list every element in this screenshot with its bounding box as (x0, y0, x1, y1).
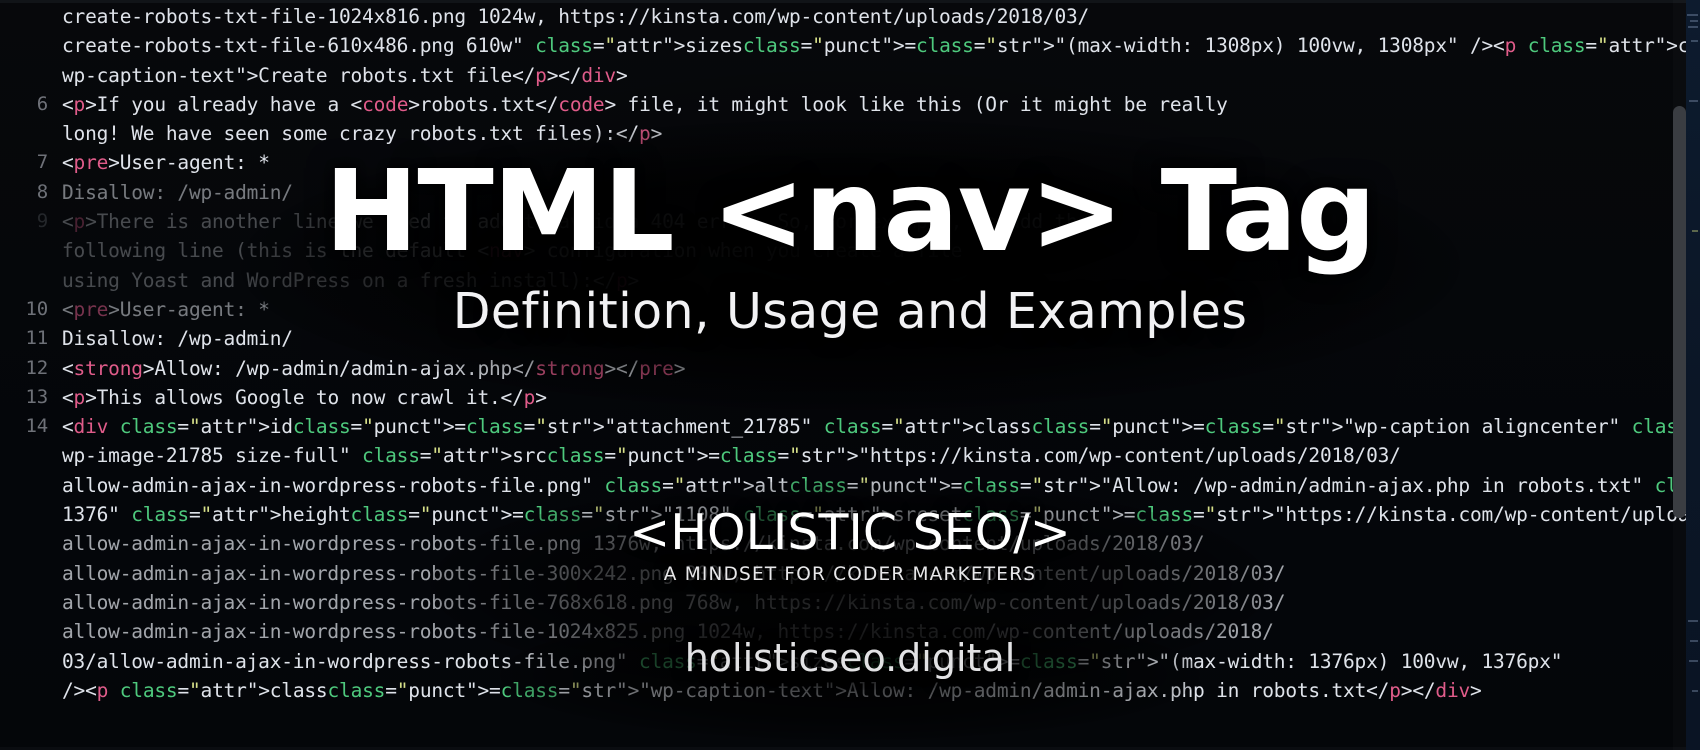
code-line: allow-admin-ajax-in-wordpress-robots-fil… (0, 588, 1700, 617)
code-line: allow-admin-ajax-in-wordpress-robots-fil… (0, 617, 1700, 646)
code-line: /><p class="attr">classclass="punct">=cl… (0, 676, 1700, 705)
code-editor-background: create-robots-txt-file-1024x816.png 1024… (0, 0, 1700, 750)
code-text: following line (this is the default <nav… (62, 239, 963, 263)
code-text: <div class="attr">idclass="punct">=class… (62, 415, 1700, 439)
code-text: 03/allow-admin-ajax-in-wordpress-robots-… (62, 649, 1563, 673)
code-line: create-robots-txt-file-610x486.png 610w"… (0, 31, 1700, 60)
code-line: 1376" class="attr">heightclass="punct">=… (0, 500, 1700, 529)
vertical-scrollbar-thumb[interactable] (1673, 106, 1686, 518)
code-line: using Yoast and WordPress on a fresh ins… (0, 266, 1700, 295)
code-line: create-robots-txt-file-1024x816.png 1024… (0, 2, 1700, 31)
line-number: 9 (36, 210, 48, 233)
code-line: 12 <strong>Allow: /wp-admin/admin-ajax.ph… (0, 354, 1700, 383)
code-text: <p>This allows Google to now crawl it.</… (62, 385, 547, 409)
line-number: 10 (25, 297, 49, 320)
code-text: create-robots-txt-file-610x486.png 610w"… (62, 34, 1700, 58)
code-line: allow-admin-ajax-in-wordpress-robots-fil… (0, 471, 1700, 500)
code-line: allow-admin-ajax-in-wordpress-robots-fil… (0, 529, 1700, 558)
code-line: 11 Disallow: /wp-admin/ (0, 324, 1700, 353)
code-line: long! We have seen some crazy robots.txt… (0, 119, 1700, 148)
code-line: 13 <p>This allows Google to now crawl it.… (0, 383, 1700, 412)
code-line: wp-image-21785 size-full" class="attr">s… (0, 441, 1700, 470)
code-text: wp-image-21785 size-full" class="attr">s… (62, 444, 1401, 468)
code-text: <p>If you already have a <code>robots.tx… (62, 92, 1228, 116)
code-line: allow-admin-ajax-in-wordpress-robots-fil… (0, 559, 1700, 588)
code-text: /><p class="attr">classclass="punct">=cl… (62, 678, 1482, 702)
code-text: using Yoast and WordPress on a fresh ins… (62, 268, 640, 292)
line-number: 8 (36, 180, 48, 203)
line-number: 6 (36, 92, 48, 115)
code-line: 03/allow-admin-ajax-in-wordpress-robots-… (0, 647, 1700, 676)
code-text: <pre>User-agent: * (62, 151, 270, 175)
code-line: 9 <p>There is another line we need to add… (0, 207, 1700, 236)
code-text: wp-caption-text">Create robots.txt file<… (62, 63, 628, 87)
code-text: allow-admin-ajax-in-wordpress-robots-fil… (62, 532, 1205, 556)
line-number: 13 (25, 385, 49, 408)
code-text: allow-admin-ajax-in-wordpress-robots-fil… (62, 561, 1286, 585)
code-line: following line (this is the default <nav… (0, 236, 1700, 265)
code-text: long! We have seen some crazy robots.txt… (62, 122, 663, 146)
code-text: <p>There is another line we need to add … (62, 210, 1090, 234)
code-line: 6 <p>If you already have a <code>robots.t… (0, 90, 1700, 119)
code-line: 7 <pre>User-agent: * (0, 148, 1700, 177)
code-text: Disallow: /wp-admin/ (62, 180, 293, 204)
code-text: create-robots-txt-file-1024x816.png 1024… (62, 5, 1090, 28)
line-number: 7 (36, 151, 48, 174)
code-text: Disallow: /wp-admin/ (62, 327, 293, 351)
line-number: 12 (25, 356, 49, 379)
editor-top-edge (0, 0, 1700, 3)
code-text: allow-admin-ajax-in-wordpress-robots-fil… (62, 590, 1286, 614)
line-number: 11 (25, 327, 49, 350)
code-text: <pre>User-agent: * (62, 297, 270, 321)
code-line: 10 <pre>User-agent: * (0, 295, 1700, 324)
thumbnail-canvas: create-robots-txt-file-1024x816.png 1024… (0, 0, 1700, 750)
minimap-strip[interactable] (1686, 0, 1700, 750)
code-line: 14 <div class="attr">idclass="punct">=cla… (0, 412, 1700, 441)
code-line: wp-caption-text">Create robots.txt file<… (0, 61, 1700, 90)
code-text: allow-admin-ajax-in-wordpress-robots-fil… (62, 620, 1274, 644)
code-text: 1376" class="attr">heightclass="punct">=… (62, 503, 1700, 527)
code-line: 8 Disallow: /wp-admin/ (0, 178, 1700, 207)
line-number: 14 (25, 415, 49, 438)
code-text: allow-admin-ajax-in-wordpress-robots-fil… (62, 473, 1700, 497)
code-text: <strong>Allow: /wp-admin/admin-ajax.php<… (62, 356, 686, 380)
